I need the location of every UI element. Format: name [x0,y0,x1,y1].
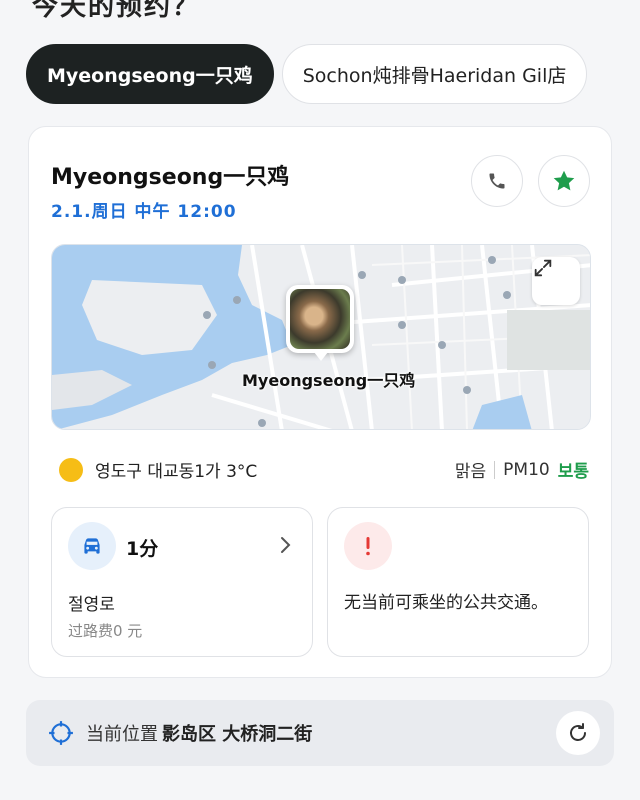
location-value: 影岛区 大桥洞二街 [162,724,313,745]
phone-icon [489,173,505,189]
pm-status: 보통 [557,462,589,482]
expand-map-button[interactable] [532,257,580,305]
current-location-bar: 当前位置 影岛区 大桥洞二街 [26,700,614,766]
alert-icon-wrap [344,522,392,570]
alert-icon [366,537,370,556]
divider [494,460,496,479]
map-view[interactable]: Myeongseong一只鸡 [51,244,591,430]
car-icon [84,538,100,554]
restaurant-title: Myeongseong一只鸡 [51,165,290,190]
refresh-icon [570,723,586,741]
pm-label: PM10 [503,459,550,480]
tab-sochon[interactable]: Sochon炖排骨Haeridan Gil店 [281,44,588,104]
transit-card: 无当前可乘坐的公共交通。 [327,507,589,657]
location-label: 当前位置 [86,724,158,745]
booking-card: Myeongseong一只鸡 2.1.周日 中午 12:00 Myeongseo… [28,126,612,678]
chevron-right-icon [281,537,291,553]
weather-info: 영도구 대교동1가 3°C [59,457,257,482]
booking-tabs: Myeongseong一只鸡 Sochon炖排骨Haeridan Gil店 [26,44,588,104]
no-transit-message: 无当前可乘坐的公共交通。 [344,593,548,613]
call-button[interactable] [471,155,523,207]
car-icon-wrap [68,522,116,570]
sun-icon [59,457,83,482]
favorite-button[interactable] [538,155,590,207]
air-quality: 맑음 PM10 보통 [454,457,589,483]
map-restaurant-label: Myeongseong一只鸡 [242,371,416,390]
route-road: 절영로 [68,595,115,615]
drive-route-card[interactable]: 1分 절영로 过路费0 元 [51,507,313,657]
weather-condition: 맑음 [454,462,487,482]
restaurant-map-pin[interactable] [286,285,354,361]
tab-myeongseong[interactable]: Myeongseong一只鸡 [26,44,274,104]
pin-tail [314,352,328,361]
location-target-icon [49,721,73,745]
page-header: 今天的预约？ [32,0,201,22]
star-icon [553,170,575,191]
restaurant-photo [290,289,350,349]
booking-datetime: 2.1.周日 中午 12:00 [51,202,237,222]
drive-time: 1分 [126,538,159,560]
refresh-location-button[interactable] [556,711,600,755]
expand-icon [534,259,552,277]
weather-location: 영도구 대교동1가 3°C [95,462,258,482]
toll-fee: 过路费0 元 [68,622,143,640]
